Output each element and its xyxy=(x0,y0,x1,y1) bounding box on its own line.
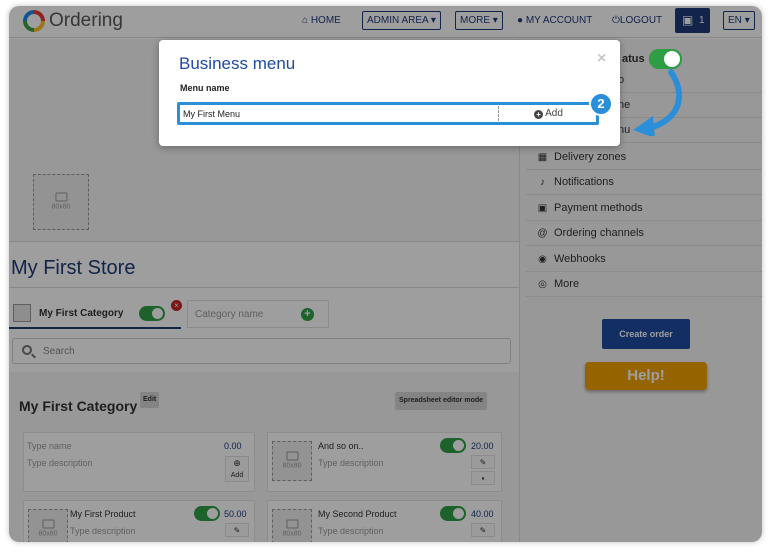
close-icon[interactable]: × xyxy=(597,50,606,68)
menu-name-input[interactable] xyxy=(181,106,499,121)
tutorial-arrow-icon xyxy=(633,69,682,136)
app-frame: Ordering ⌂ HOME ADMIN AREA ▾ MORE ▾ ● MY… xyxy=(9,6,762,542)
menu-name-label: Menu name xyxy=(180,83,230,93)
add-menu-button[interactable]: + Add xyxy=(501,106,596,121)
business-menu-modal: Business menu × Menu name +Add xyxy=(159,40,620,146)
menu-name-field: +Add xyxy=(177,102,599,125)
tutorial-step-badge: 2 xyxy=(589,92,613,116)
plus-circle-icon: + xyxy=(534,110,544,119)
modal-title: Business menu xyxy=(179,54,296,73)
add-menu-label: Add xyxy=(545,108,563,119)
